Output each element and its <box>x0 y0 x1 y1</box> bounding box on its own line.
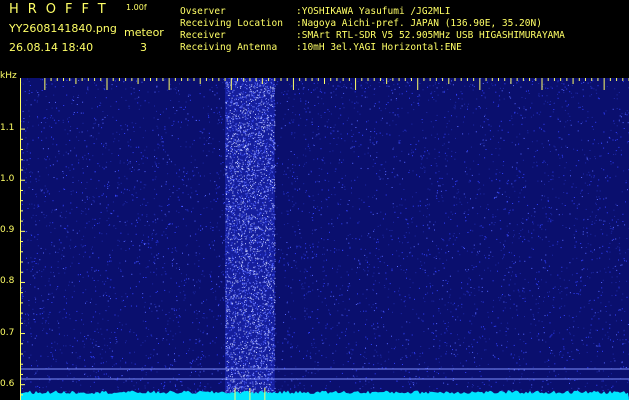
y-tick-label: 0.7 <box>0 327 15 338</box>
timestamp: 26.08.14 18:40 <box>9 41 94 54</box>
noise-layer <box>20 78 629 400</box>
info-key: Receiving Location <box>180 18 283 29</box>
info-location: Receiving Location :Nagoya Aichi-pref. JA… <box>180 18 542 29</box>
spectrogram-plot <box>20 78 629 400</box>
spectrogram-svg <box>20 78 629 400</box>
bright-band <box>225 78 276 400</box>
info-antenna: Receiving Antenna :10mH 3el.YAGI Horizont… <box>180 42 462 53</box>
info-key: Receiving Antenna <box>180 42 278 53</box>
y-unit-label: kHz <box>0 71 17 81</box>
file-name: YY2608141840.png <box>9 22 117 35</box>
info-value: :Nagoya Aichi-pref. JAPAN (136.90E, 35.2… <box>296 18 542 29</box>
app-version: 1.00f <box>126 3 147 12</box>
info-observer: Ovserver :YOSHIKAWA Yasufumi /JG2MLI <box>180 6 450 17</box>
info-receiver: Receiver :SMArt RTL-SDR V5 52.905MHz USB … <box>180 30 565 41</box>
app-title: HROFFT <box>9 2 115 17</box>
info-value: :10mH 3el.YAGI Horizontal:ENE <box>296 42 462 53</box>
y-tick-label: 1.0 <box>0 174 15 185</box>
y-tick-label: 0.6 <box>0 378 15 389</box>
info-key: Receiver <box>180 30 226 41</box>
meteor-count: 3 <box>140 41 147 54</box>
y-tick-label: 0.8 <box>0 276 15 287</box>
info-value: :YOSHIKAWA Yasufumi /JG2MLI <box>296 6 451 17</box>
info-value: :SMArt RTL-SDR V5 52.905MHz USB HIGASHIM… <box>296 30 565 41</box>
y-tick-label: 1.1 <box>0 123 15 134</box>
meteor-label: meteor <box>124 26 164 39</box>
y-tick-label: 0.9 <box>0 225 15 236</box>
info-key: Ovserver <box>180 6 226 17</box>
header-panel: HROFFT 1.00f YY2608141840.png 26.08.14 1… <box>0 0 629 78</box>
baseline-signal <box>20 390 629 400</box>
